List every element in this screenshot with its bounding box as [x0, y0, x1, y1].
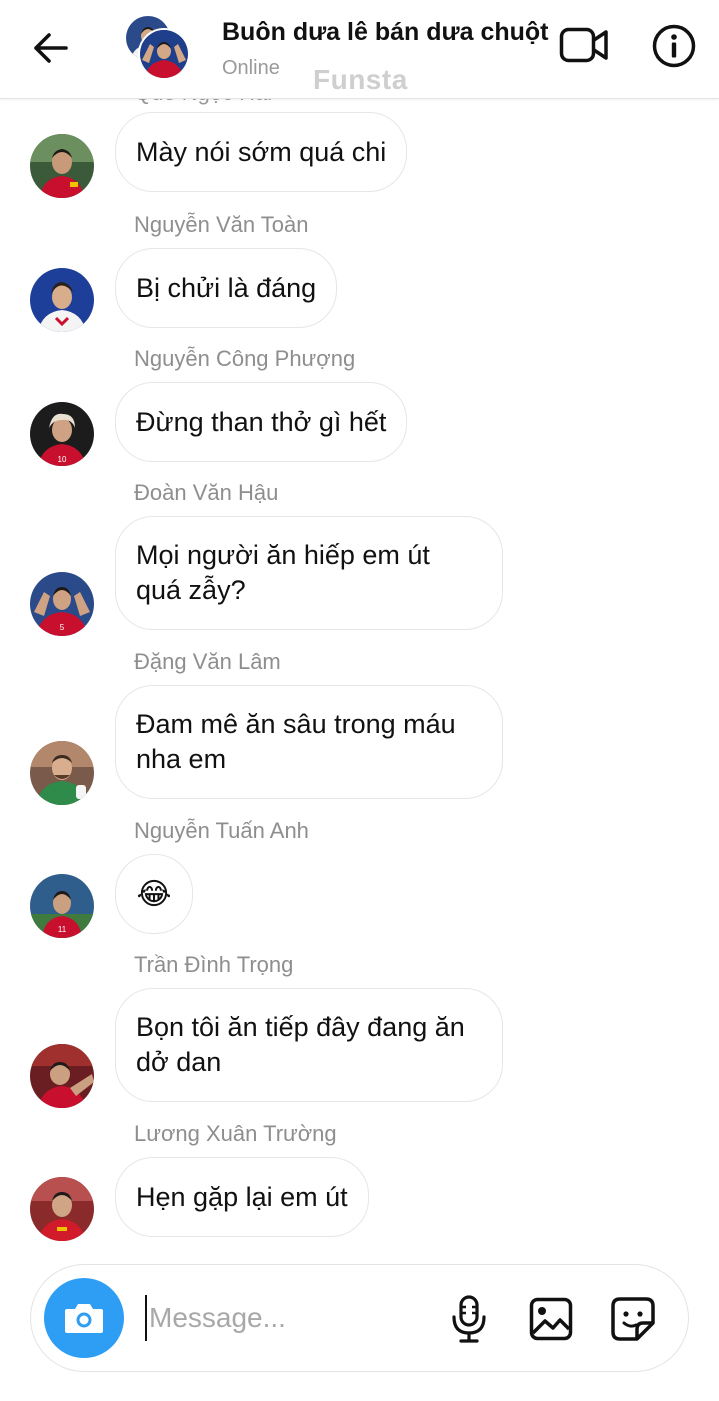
sender-avatar[interactable]: 5	[30, 572, 94, 636]
info-icon	[652, 24, 696, 68]
sender-name: Nguyễn Công Phượng	[134, 346, 356, 371]
avatar-image	[30, 268, 94, 332]
gallery-button[interactable]	[525, 1293, 577, 1345]
message-input[interactable]	[145, 1295, 439, 1341]
sender-avatar[interactable]	[30, 741, 94, 805]
message-row: Nguyễn Công Phượng 10 Đừng than thở gì h…	[0, 342, 719, 466]
avatar-image	[140, 30, 188, 78]
message-row: Nguyễn Văn Toàn Bị chửi là đáng	[0, 208, 719, 332]
message-row: Trần Đình Trọng Bọn tôi ăn tiếp đây đang…	[0, 948, 719, 1108]
message-row: Đoàn Văn Hậu 5 Mọi người ăn hiếp em út q…	[0, 476, 719, 636]
sender-name: Đặng Văn Lâm	[134, 649, 281, 674]
message-text: Bọn tôi ăn tiếp đây đang ăn dở dan	[136, 1012, 465, 1077]
message-row: Mày nói sớm quá chi	[0, 112, 719, 198]
sticker-icon	[611, 1297, 655, 1341]
camera-icon	[65, 1304, 103, 1333]
message-bubble[interactable]: 😂	[115, 854, 193, 934]
info-button[interactable]	[648, 20, 700, 72]
sender-avatar[interactable]: 11	[30, 874, 94, 938]
avatar-image: 5	[30, 572, 94, 636]
chat-header: Buôn dưa lê bán dưa chuột Online Funsta	[0, 0, 719, 99]
emoji-tears-of-joy: 😂	[136, 877, 172, 911]
sender-avatar[interactable]: 10	[30, 402, 94, 466]
message-text: Mọi người ăn hiếp em út quá zẫy?	[136, 540, 430, 605]
group-avatar[interactable]	[124, 14, 190, 80]
jersey-number: 5	[60, 623, 65, 632]
image-icon	[529, 1297, 573, 1341]
avatar-image: 11	[30, 874, 94, 938]
avatar-image	[30, 741, 94, 805]
message-bubble[interactable]: Bị chửi là đáng	[115, 248, 338, 328]
message-row: Nguyễn Tuấn Anh 11 😂	[0, 814, 719, 938]
chat-thread: Quế Ngọc Hải Mày nói sớm quá chi Nguyễn …	[0, 0, 719, 1401]
message-text: Đừng than thở gì hết	[136, 406, 387, 437]
sender-avatar[interactable]	[30, 268, 94, 332]
sender-name: Nguyễn Văn Toàn	[134, 212, 309, 237]
back-button[interactable]	[26, 26, 74, 70]
message-text: Đam mê ăn sâu trong máu nha em	[136, 709, 456, 774]
message-row: Lương Xuân Trường Hẹn gặp lại em út	[0, 1117, 719, 1241]
sticker-button[interactable]	[607, 1293, 659, 1345]
message-bubble[interactable]: Bọn tôi ăn tiếp đây đang ăn dở dan	[115, 988, 503, 1102]
microphone-icon	[452, 1295, 486, 1343]
sender-avatar[interactable]	[30, 1177, 94, 1241]
sender-avatar[interactable]	[30, 1044, 94, 1108]
message-text: Mày nói sớm quá chi	[136, 136, 387, 167]
sender-name: Lương Xuân Trường	[134, 1121, 337, 1146]
avatar-image	[30, 1177, 94, 1241]
voice-message-button[interactable]	[443, 1293, 495, 1345]
avatar-image: 10	[30, 402, 94, 466]
online-status: Online	[222, 57, 280, 79]
message-text: Bị chửi là đáng	[136, 272, 317, 303]
group-avatar-member-2	[138, 28, 190, 80]
watermark: Funsta	[313, 64, 408, 95]
sender-avatar[interactable]	[30, 134, 94, 198]
video-call-button[interactable]	[556, 22, 612, 68]
message-composer	[30, 1264, 689, 1372]
avatar-image	[30, 1044, 94, 1108]
sender-name: Đoàn Văn Hậu	[134, 480, 279, 505]
jersey-number: 11	[58, 925, 67, 934]
message-bubble[interactable]: Đừng than thở gì hết	[115, 382, 408, 462]
avatar-image	[30, 134, 94, 198]
arrow-left-icon	[34, 33, 68, 63]
message-row: Đặng Văn Lâm Đam mê ăn sâu trong máu nha…	[0, 645, 719, 805]
jersey-number: 10	[58, 455, 67, 464]
message-bubble[interactable]: Mọi người ăn hiếp em út quá zẫy?	[115, 516, 503, 630]
camera-button[interactable]	[44, 1278, 124, 1358]
sender-name: Trần Đình Trọng	[134, 952, 294, 977]
video-camera-icon	[559, 27, 608, 63]
message-bubble[interactable]: Đam mê ăn sâu trong máu nha em	[115, 685, 503, 799]
message-bubble[interactable]: Hẹn gặp lại em út	[115, 1157, 369, 1237]
message-bubble[interactable]: Mày nói sớm quá chi	[115, 112, 408, 192]
chat-title[interactable]: Buôn dưa lê bán dưa chuột	[222, 18, 549, 47]
message-text: Hẹn gặp lại em út	[136, 1181, 348, 1212]
sender-name: Nguyễn Tuấn Anh	[134, 818, 309, 843]
